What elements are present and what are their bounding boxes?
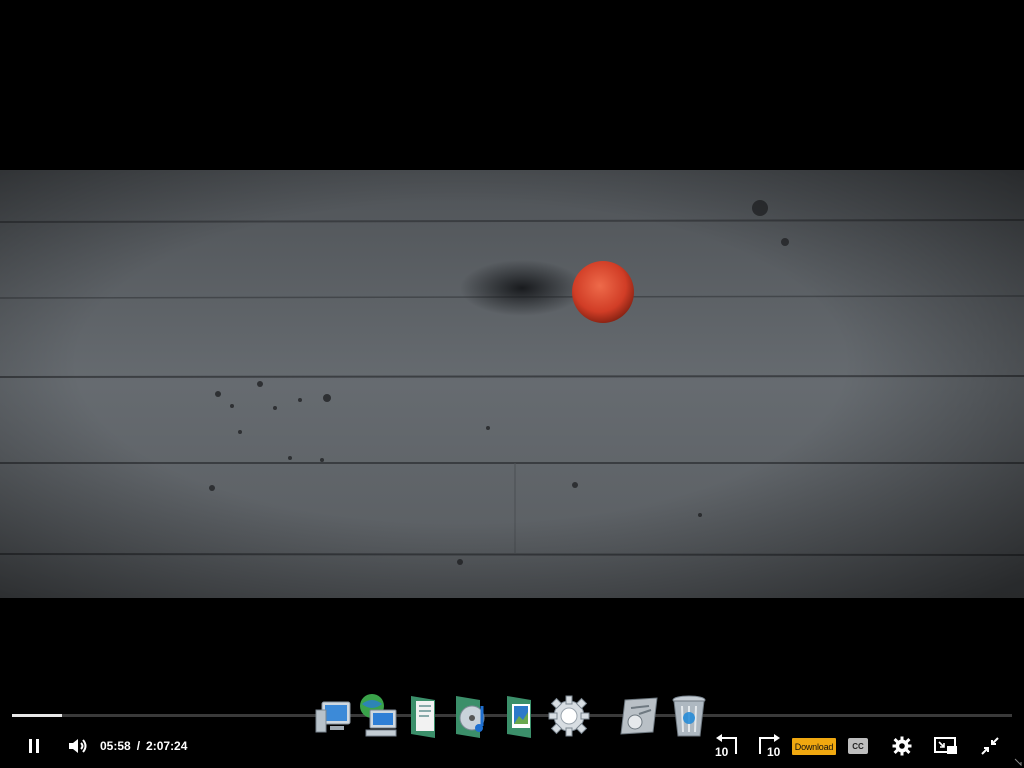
download-button[interactable]: Download xyxy=(792,738,836,755)
picture-in-picture-button[interactable] xyxy=(930,728,962,764)
pause-icon xyxy=(29,739,39,753)
rewind-10-button[interactable]: 10 xyxy=(710,728,742,764)
captions-button[interactable]: CC xyxy=(848,738,868,754)
current-time: 05:58 xyxy=(100,739,131,753)
picture-in-picture-icon xyxy=(934,737,957,754)
forward-10-icon: 10 xyxy=(759,734,781,758)
volume-button[interactable] xyxy=(64,728,92,764)
svg-text:10: 10 xyxy=(767,745,781,758)
resize-grip-icon[interactable] xyxy=(1014,758,1022,766)
exit-fullscreen-button[interactable] xyxy=(976,728,1004,764)
exit-fullscreen-icon xyxy=(981,737,999,755)
video-still xyxy=(0,170,1024,598)
forward-10-button[interactable]: 10 xyxy=(754,728,786,764)
gear-icon xyxy=(892,736,912,756)
rewind-10-icon: 10 xyxy=(715,734,737,758)
video-frame[interactable] xyxy=(0,170,1024,598)
duration: 2:07:24 xyxy=(146,739,188,753)
time-display: 05:58 / 2:07:24 xyxy=(100,738,187,754)
settings-button[interactable] xyxy=(888,728,916,764)
pause-button[interactable] xyxy=(20,728,48,764)
played-progress xyxy=(12,714,62,717)
volume-icon xyxy=(69,739,87,753)
svg-text:10: 10 xyxy=(715,745,729,758)
time-separator: / xyxy=(136,739,141,753)
